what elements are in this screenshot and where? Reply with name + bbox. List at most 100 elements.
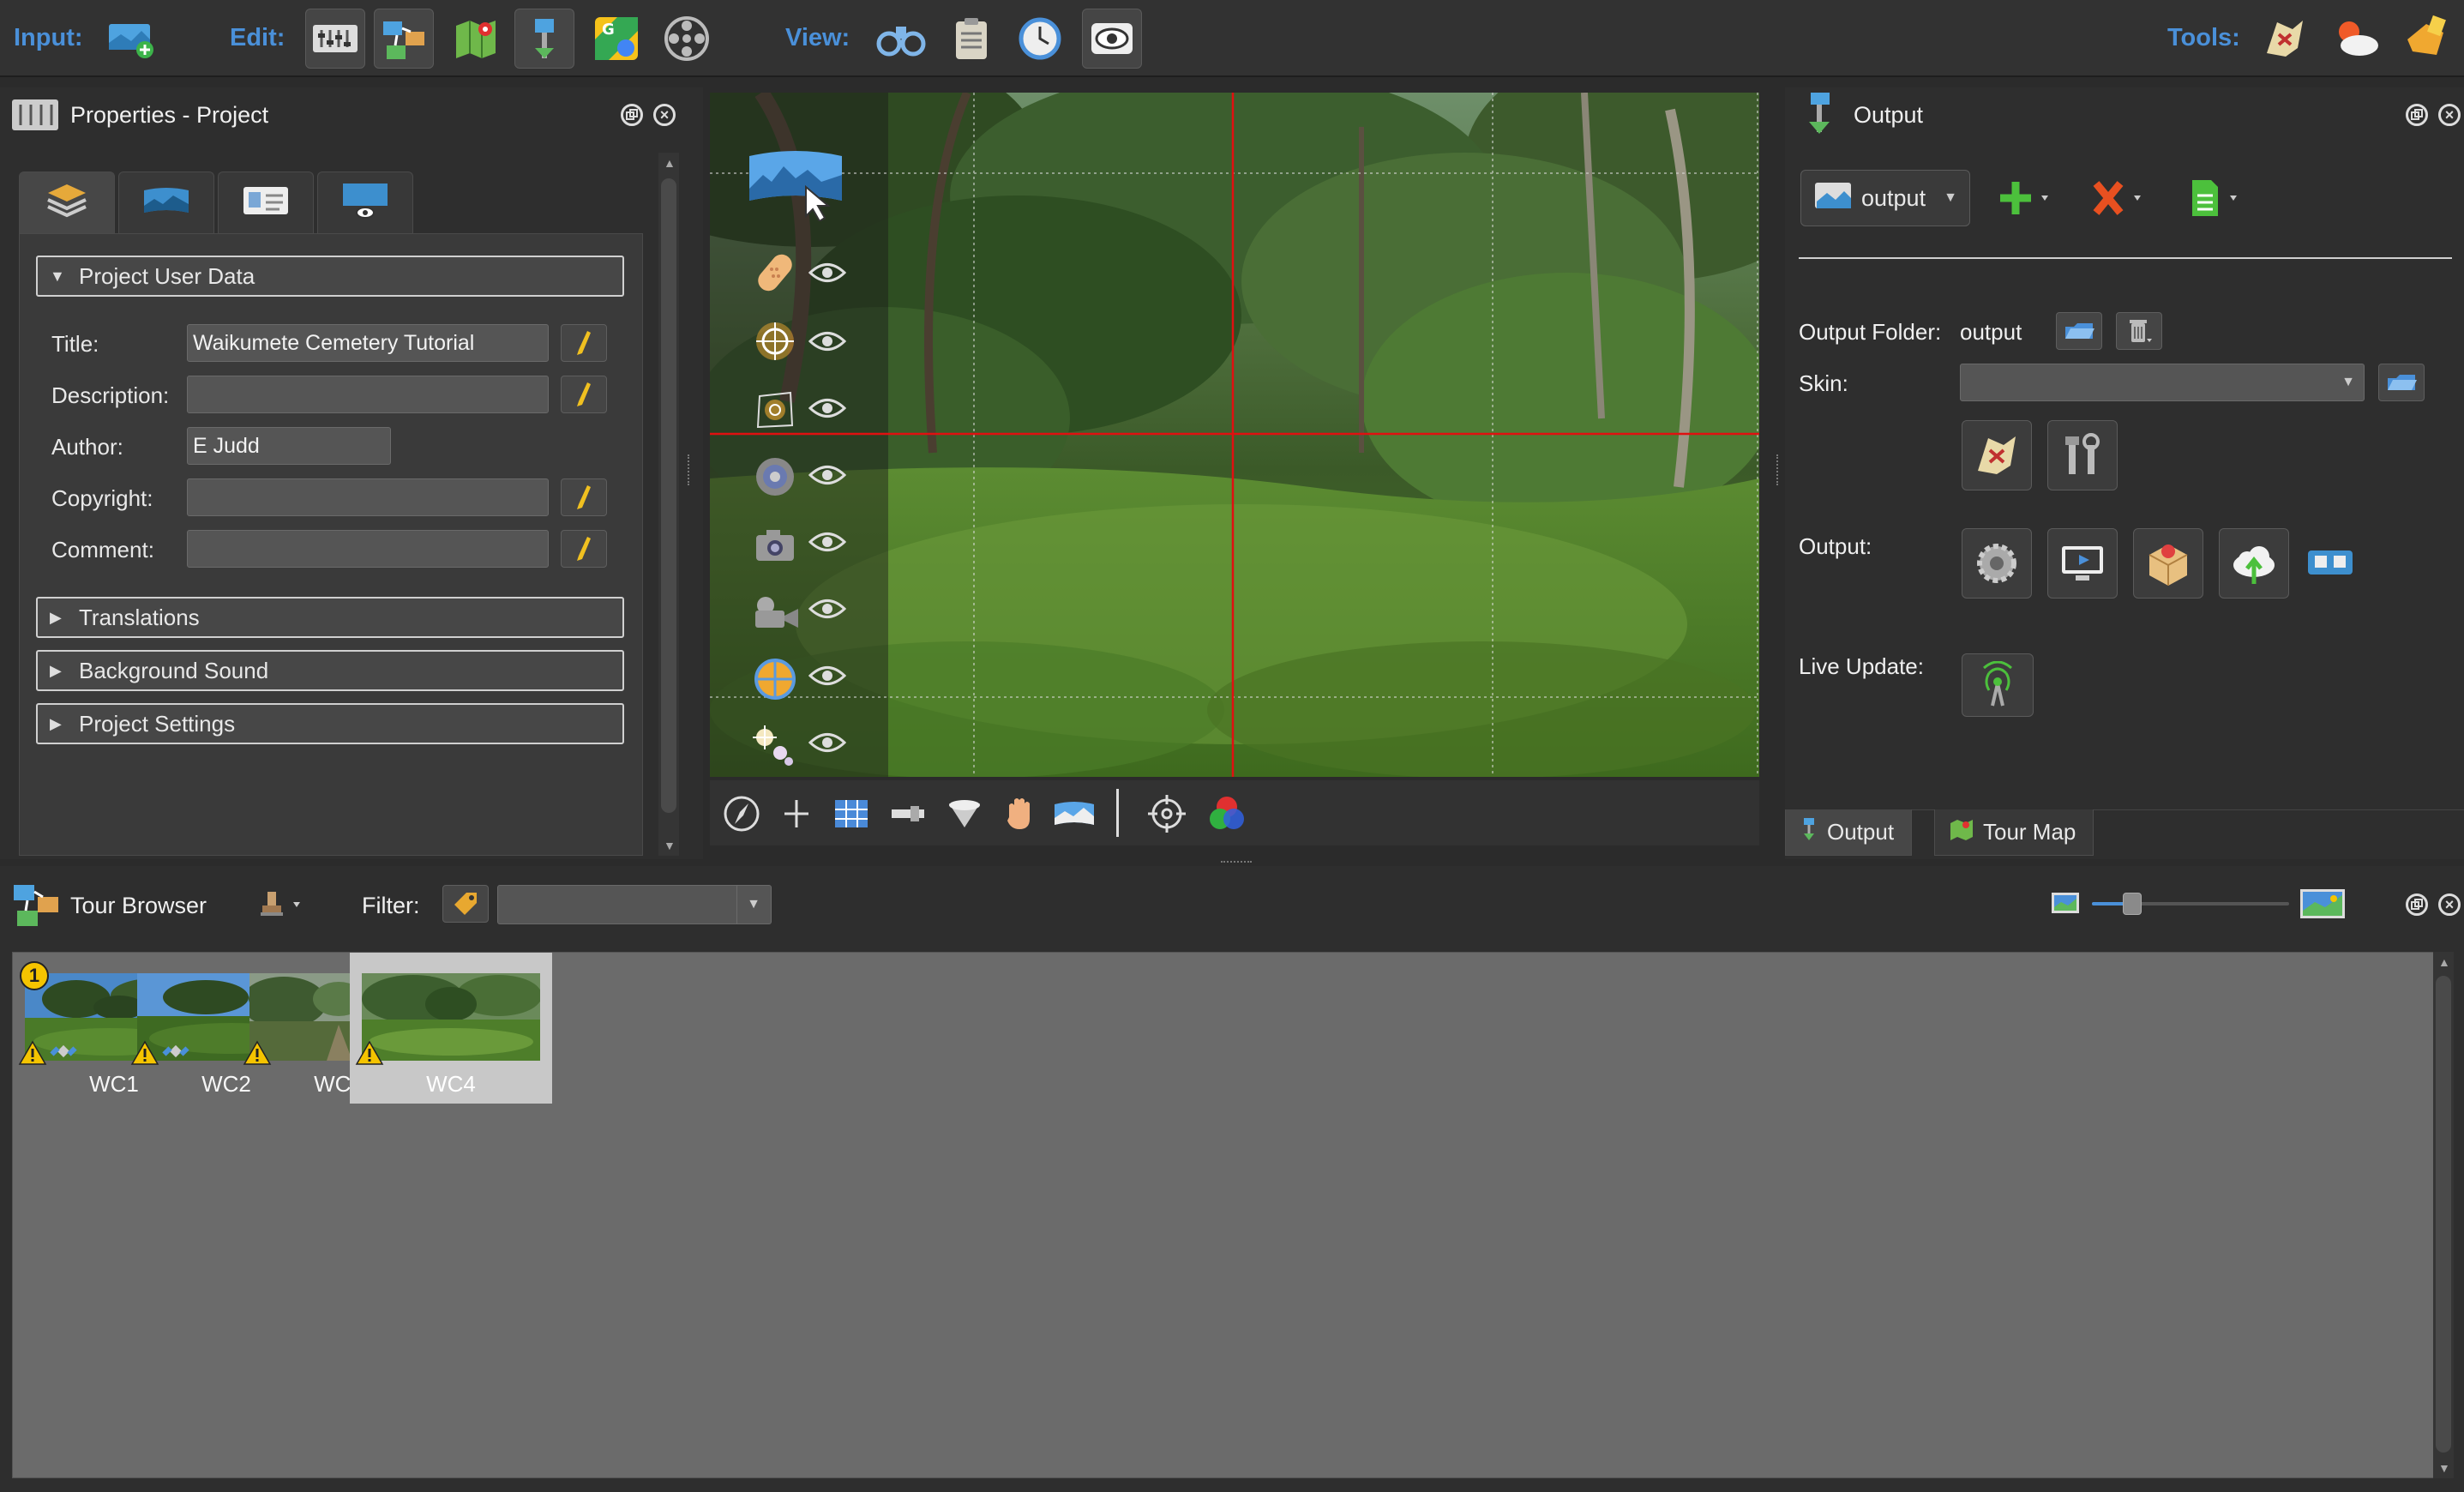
package-icon[interactable] <box>2133 528 2203 599</box>
skin-label: Skin: <box>1799 370 1848 396</box>
properties-scrollbar[interactable]: ▲ ▼ <box>658 153 679 856</box>
new-file-output-button[interactable] <box>2181 170 2250 226</box>
trash-icon[interactable] <box>2116 312 2162 350</box>
tab-panorama[interactable] <box>118 171 214 235</box>
tour-browser-icon[interactable] <box>374 9 434 69</box>
lens-flare-icon[interactable] <box>751 655 799 703</box>
add-panorama-icon[interactable] <box>101 9 161 69</box>
output-label: Output: <box>1799 533 1872 559</box>
section-project-user-data[interactable]: ▼ Project User Data <box>36 256 624 297</box>
cloud-upload-icon[interactable] <box>2219 528 2289 599</box>
gear-icon[interactable] <box>1962 528 2032 599</box>
grid-icon[interactable] <box>830 792 873 835</box>
section-project-settings[interactable]: ▶ Project Settings <box>36 703 624 744</box>
tools-button[interactable] <box>2047 420 2118 490</box>
film-reel-icon[interactable] <box>657 9 717 69</box>
slider-handle[interactable] <box>2123 893 2142 915</box>
splitter-handle[interactable] <box>688 454 691 485</box>
close-panel-icon[interactable]: × <box>653 104 676 126</box>
tab-tour-map[interactable]: Tour Map <box>1934 809 2094 856</box>
tour-map-icon[interactable] <box>446 9 506 69</box>
google-maps-icon[interactable]: G <box>586 9 646 69</box>
section-background-sound[interactable]: ▶ Background Sound <box>36 650 624 691</box>
sound-icon[interactable] <box>751 453 799 501</box>
float-panel-icon[interactable] <box>621 104 643 126</box>
nadir-icon[interactable] <box>943 792 986 835</box>
live-update-label: Live Update: <box>1799 653 1924 679</box>
hotspot-icon[interactable] <box>751 317 799 365</box>
visibility-eye-icon[interactable] <box>808 460 847 490</box>
tab-project[interactable] <box>19 171 115 235</box>
float-panel-icon[interactable] <box>2406 893 2428 916</box>
binoculars-icon[interactable] <box>871 9 931 69</box>
edit-description-pencil-icon[interactable] <box>561 376 607 413</box>
preview-screen-icon[interactable] <box>2047 528 2118 599</box>
scrollbar-thumb[interactable] <box>661 178 676 813</box>
skin-editor-icon[interactable] <box>2255 9 2315 69</box>
open-folder-button[interactable] <box>2056 312 2102 350</box>
eye-viewer-icon[interactable] <box>1082 9 1142 69</box>
light-icon[interactable] <box>748 722 799 770</box>
output-tab-icon <box>1800 816 1818 848</box>
expand-triangle-icon: ▶ <box>50 661 62 679</box>
comment-field[interactable] <box>187 530 549 568</box>
splitter-handle[interactable] <box>1221 861 1252 864</box>
tab-viewing[interactable] <box>317 171 413 235</box>
float-panel-icon[interactable] <box>2406 104 2428 126</box>
visibility-eye-icon[interactable] <box>808 326 847 357</box>
visibility-eye-icon[interactable] <box>808 660 847 691</box>
edit-comment-pencil-icon[interactable] <box>561 530 607 568</box>
panorama-select-icon[interactable] <box>744 147 847 221</box>
edit-copyright-pencil-icon[interactable] <box>561 478 607 516</box>
stamp-tool-icon[interactable] <box>257 883 309 924</box>
color-circles-icon[interactable] <box>1205 792 1248 835</box>
weather-icon[interactable] <box>2325 9 2385 69</box>
crosshair-plus-icon[interactable] <box>775 792 818 835</box>
visibility-eye-icon[interactable] <box>808 593 847 624</box>
filter-select[interactable]: ▼ <box>497 885 772 924</box>
close-panel-icon[interactable]: × <box>2438 893 2461 916</box>
delete-output-button[interactable] <box>2085 170 2154 226</box>
compass-icon[interactable] <box>720 792 763 835</box>
video-icon[interactable] <box>751 588 802 636</box>
splitter-handle[interactable] <box>1776 454 1780 485</box>
copyright-field[interactable] <box>187 478 549 516</box>
target-icon[interactable] <box>1145 792 1188 835</box>
visibility-eye-icon[interactable] <box>808 526 847 557</box>
patch-icon[interactable] <box>749 247 801 298</box>
scrollbar-thumb[interactable] <box>2436 976 2451 1453</box>
add-output-button[interactable] <box>1992 170 2061 226</box>
open-skin-button[interactable] <box>2378 364 2425 401</box>
live-update-antenna-icon[interactable] <box>1962 653 2034 717</box>
polygon-hotspot-icon[interactable] <box>751 386 799 434</box>
clipboard-icon[interactable] <box>941 9 1001 69</box>
panorama-viewer[interactable] <box>710 93 1759 777</box>
level-icon[interactable] <box>886 792 929 835</box>
image-icon[interactable] <box>751 521 799 569</box>
panorama-thumbnail-wc4[interactable]: WC4 <box>350 953 552 1104</box>
visibility-eye-icon[interactable] <box>808 393 847 424</box>
author-field[interactable]: E Judd <box>187 427 391 465</box>
vr-export-icon[interactable] <box>2303 537 2358 588</box>
properties-icon[interactable] <box>305 9 365 69</box>
panorama-view-icon[interactable] <box>1051 792 1097 835</box>
title-field[interactable]: Waikumete Cemetery Tutorial <box>187 324 549 362</box>
close-panel-icon[interactable]: × <box>2438 104 2461 126</box>
skin-editor-button[interactable] <box>1962 420 2032 490</box>
thumbnail-size-slider[interactable] <box>2092 893 2289 915</box>
clock-icon[interactable] <box>1010 9 1070 69</box>
visibility-eye-icon[interactable] <box>808 257 847 288</box>
section-translations[interactable]: ▶ Translations <box>36 597 624 638</box>
output-icon[interactable] <box>514 9 574 69</box>
tab-output[interactable]: Output <box>1785 809 1913 856</box>
hand-tool-icon[interactable] <box>2395 9 2455 69</box>
visibility-eye-icon[interactable] <box>808 727 847 758</box>
description-field[interactable] <box>187 376 549 413</box>
skin-select[interactable]: ▼ <box>1960 364 2365 401</box>
hand-icon[interactable] <box>998 792 1041 835</box>
edit-title-pencil-icon[interactable] <box>561 324 607 362</box>
output-select-dropdown[interactable]: output ▼ <box>1800 170 1970 226</box>
filter-tag-icon[interactable] <box>442 885 489 923</box>
tour-browser-scrollbar[interactable]: ▲ ▼ <box>2433 952 2454 1478</box>
tab-user-data[interactable] <box>218 171 314 235</box>
